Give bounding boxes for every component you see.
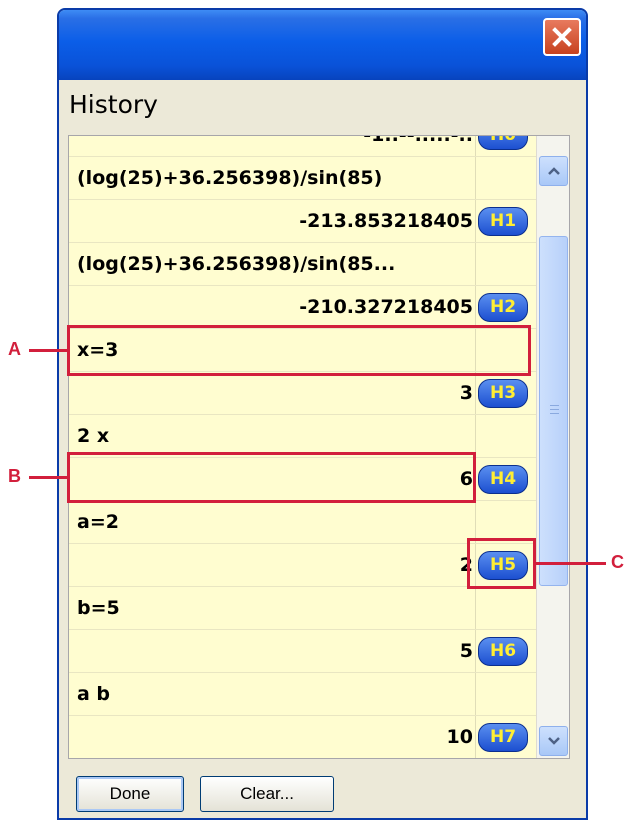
history-result: -213.853218405 bbox=[299, 210, 473, 232]
callout-c-label: C bbox=[611, 552, 624, 572]
history-recall-button[interactable]: H3 bbox=[478, 379, 528, 408]
history-recall-button[interactable]: H0 bbox=[478, 136, 528, 150]
grip-line-icon bbox=[550, 413, 559, 414]
clear-button[interactable]: Clear... bbox=[200, 776, 334, 812]
history-recall-button[interactable]: H7 bbox=[478, 723, 528, 752]
history-recall-button[interactable]: H4 bbox=[478, 465, 528, 494]
close-x-icon bbox=[552, 27, 572, 47]
scroll-up-button[interactable] bbox=[539, 156, 568, 186]
history-row[interactable]: 5 H6 bbox=[69, 630, 537, 673]
chevron-down-icon bbox=[547, 737, 560, 745]
history-row[interactable]: (log(25)+36.256398)/sin(85... bbox=[69, 243, 537, 286]
history-row[interactable]: -213.853218405 H1 bbox=[69, 200, 537, 243]
history-result: -210.327218405 bbox=[299, 296, 473, 318]
callout-b-label: B bbox=[8, 466, 21, 486]
history-window: History -1..--.....-.. H0 (log(25)+36.2563… bbox=[57, 8, 588, 820]
scroll-thumb[interactable] bbox=[539, 236, 568, 586]
vertical-scrollbar[interactable] bbox=[536, 136, 569, 758]
history-row[interactable]: -210.327218405 H2 bbox=[69, 286, 537, 329]
history-recall-button[interactable]: H1 bbox=[478, 207, 528, 236]
callout-b-leader bbox=[29, 476, 67, 479]
history-expression: b=5 bbox=[77, 597, 120, 619]
title-bar[interactable] bbox=[59, 10, 586, 80]
history-result: -1..--.....-.. bbox=[363, 135, 473, 146]
history-row[interactable]: -1..--.....-.. H0 bbox=[69, 135, 537, 157]
history-row[interactable]: (log(25)+36.256398)/sin(85) bbox=[69, 157, 537, 200]
callout-c-leader bbox=[536, 562, 606, 565]
history-result: 3 bbox=[459, 382, 473, 404]
history-expression: (log(25)+36.256398)/sin(85) bbox=[77, 167, 383, 189]
history-result: 10 bbox=[446, 726, 473, 748]
callout-a-box bbox=[67, 325, 531, 376]
done-button[interactable]: Done bbox=[76, 776, 184, 812]
history-list[interactable]: -1..--.....-.. H0 (log(25)+36.256398)/sin(… bbox=[68, 135, 570, 759]
history-recall-button[interactable]: H2 bbox=[478, 293, 528, 322]
history-expression: a b bbox=[77, 683, 111, 705]
history-rows: -1..--.....-.. H0 (log(25)+36.256398)/sin(… bbox=[69, 135, 537, 758]
history-row[interactable]: 3 H3 bbox=[69, 372, 537, 415]
history-expression: (log(25)+36.256398)/sin(85... bbox=[77, 253, 396, 275]
callout-c-box bbox=[467, 538, 536, 589]
callout-a-leader bbox=[29, 349, 67, 352]
callout-b-box bbox=[67, 452, 476, 503]
callout-a-label: A bbox=[8, 339, 21, 359]
history-result: 5 bbox=[459, 640, 473, 662]
history-expression: a=2 bbox=[77, 511, 119, 533]
grip-line-icon bbox=[550, 405, 559, 406]
history-recall-button[interactable]: H6 bbox=[478, 637, 528, 666]
close-button[interactable] bbox=[543, 18, 581, 56]
history-row[interactable]: a b bbox=[69, 673, 537, 716]
history-row[interactable]: b=5 bbox=[69, 587, 537, 630]
history-heading: History bbox=[69, 90, 158, 119]
chevron-up-icon bbox=[547, 167, 560, 175]
grip-line-icon bbox=[550, 409, 559, 410]
history-row[interactable]: 10 H7 bbox=[69, 716, 537, 758]
scroll-down-button[interactable] bbox=[539, 726, 568, 756]
